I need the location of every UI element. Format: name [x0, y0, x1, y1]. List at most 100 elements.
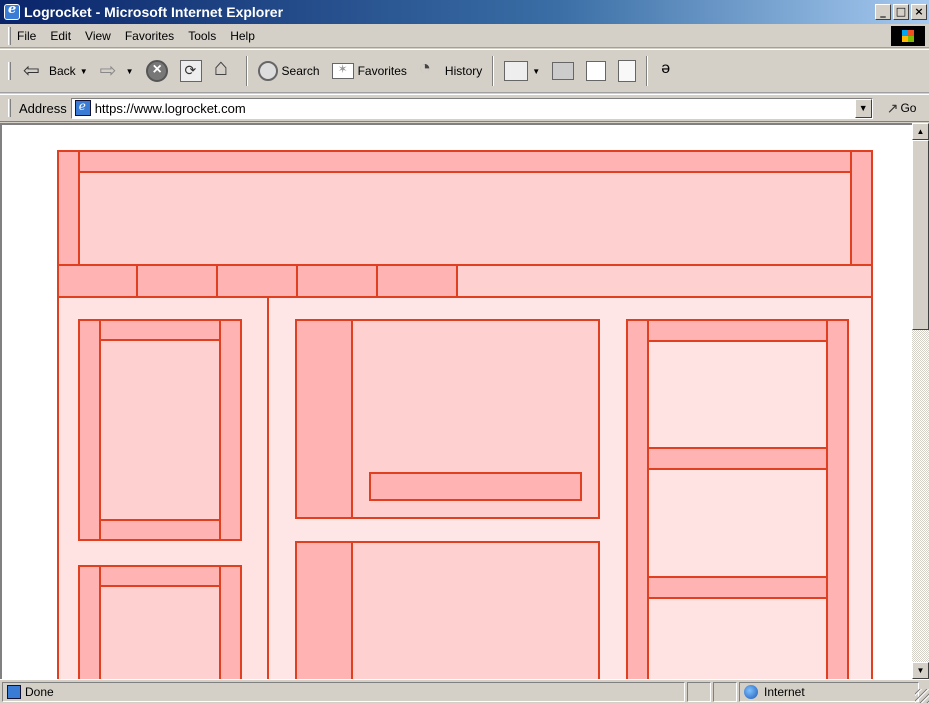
status-zone-cell: Internet — [739, 681, 919, 702]
right-panel-divider-2 — [647, 576, 828, 599]
status-bar: Done Internet — [0, 679, 929, 703]
menu-view[interactable]: View — [85, 29, 111, 43]
forward-arrow-icon — [100, 58, 122, 83]
right-panel-right — [826, 319, 849, 679]
close-button[interactable]: × — [911, 4, 927, 20]
sidebar-card-1-left — [78, 319, 101, 541]
sidebar-card-2-left — [78, 565, 101, 679]
main-card-1-image — [295, 319, 353, 519]
go-button[interactable]: ↗ Go — [887, 100, 917, 117]
toolbar-separator — [245, 56, 248, 86]
mail-button[interactable]: ▼ — [498, 56, 546, 86]
wireframe-layout — [57, 150, 873, 679]
toolbar-grip[interactable] — [8, 62, 11, 80]
header-top-strip — [57, 150, 873, 173]
favorites-icon — [331, 62, 354, 79]
menu-bar: File Edit View Favorites Tools Help — [0, 24, 929, 48]
favorites-label: Favorites — [357, 64, 407, 78]
sidebar-card-1-bottom — [78, 519, 242, 541]
ie-logo-icon — [4, 2, 20, 20]
nav-item-2[interactable] — [136, 264, 218, 298]
refresh-icon — [179, 60, 202, 82]
discuss-icon — [618, 60, 637, 82]
sidebar-card-2-top — [78, 565, 242, 587]
page-icon — [74, 99, 91, 116]
minimize-button[interactable]: _ — [875, 4, 891, 20]
address-bar: Address https://www.logrocket.com ▼ ↗ Go — [0, 94, 929, 122]
window-title: Logrocket - Microsoft Internet Explorer — [24, 4, 284, 20]
page-status-icon — [7, 684, 21, 699]
favorites-button[interactable]: Favorites — [326, 56, 413, 86]
windows-logo-icon — [891, 26, 925, 46]
zone-label: Internet — [764, 684, 805, 699]
menu-favorites[interactable]: Favorites — [125, 29, 174, 43]
stop-button[interactable] — [140, 56, 174, 86]
scroll-down-button[interactable]: ▼ — [912, 662, 929, 679]
window-controls: _ □ × — [875, 4, 927, 20]
title-bar: Logrocket - Microsoft Internet Explorer … — [0, 0, 929, 24]
menu-grip[interactable] — [8, 26, 11, 45]
status-text: Done — [25, 684, 54, 699]
status-security-cell — [713, 681, 737, 702]
nav-item-5[interactable] — [376, 264, 458, 298]
home-button[interactable] — [208, 54, 242, 86]
menu-file[interactable]: File — [17, 29, 36, 43]
go-arrow-icon: ↗ — [886, 99, 899, 116]
edit-icon — [586, 61, 607, 81]
address-grip[interactable] — [8, 99, 11, 117]
address-dropdown-button[interactable]: ▼ — [854, 98, 872, 118]
menu-edit[interactable]: Edit — [50, 29, 71, 43]
sidebar-card-2-right — [219, 565, 242, 679]
main-card-2-image — [295, 541, 353, 679]
go-label: Go — [900, 101, 917, 115]
search-label: Search — [281, 64, 320, 78]
sidebar-card-1-top — [78, 319, 242, 341]
sidebar-card-1-right — [219, 319, 242, 541]
resize-grip[interactable] — [915, 689, 929, 703]
search-icon — [257, 61, 278, 81]
page-viewport[interactable] — [0, 123, 912, 679]
header-right-column — [850, 150, 873, 266]
toolbar-separator — [492, 56, 495, 86]
messenger-button[interactable] — [652, 56, 686, 86]
nav-item-3[interactable] — [216, 264, 298, 298]
scroll-thumb[interactable] — [912, 140, 929, 330]
back-arrow-icon — [23, 58, 45, 83]
header-left-column — [57, 150, 80, 266]
scroll-up-button[interactable]: ▲ — [912, 123, 929, 140]
main-card-1-button[interactable] — [369, 472, 582, 501]
history-icon — [419, 57, 441, 82]
menu-tools[interactable]: Tools — [188, 29, 216, 43]
vertical-scrollbar[interactable]: ▲ ▼ — [912, 123, 929, 679]
forward-button[interactable]: ▼ — [94, 56, 140, 86]
back-button[interactable]: Back ▼ — [17, 56, 94, 86]
search-button[interactable]: Search — [252, 56, 326, 86]
maximize-button[interactable]: □ — [893, 4, 909, 20]
edit-button[interactable] — [580, 56, 612, 86]
toolbar-separator — [646, 56, 649, 86]
status-progress-cell — [687, 681, 711, 702]
address-input[interactable]: https://www.logrocket.com ▼ — [70, 97, 873, 119]
history-label: History — [444, 64, 483, 78]
back-label: Back — [49, 64, 76, 78]
stop-icon — [145, 60, 168, 82]
address-url[interactable]: https://www.logrocket.com — [95, 101, 246, 116]
sidebar-card-1 — [78, 319, 242, 541]
right-panel-left — [626, 319, 649, 679]
right-panel-top — [626, 319, 849, 342]
forward-dropdown-icon[interactable]: ▼ — [126, 67, 134, 76]
right-panel — [626, 319, 849, 679]
discuss-button[interactable] — [612, 56, 642, 86]
mail-dropdown-icon[interactable]: ▼ — [532, 67, 540, 76]
print-icon — [552, 62, 575, 80]
messenger-icon — [658, 60, 680, 82]
nav-item-1[interactable] — [57, 264, 138, 298]
history-button[interactable]: History — [413, 56, 488, 86]
menu-help[interactable]: Help — [230, 29, 255, 43]
home-icon — [214, 54, 236, 82]
back-dropdown-icon[interactable]: ▼ — [80, 67, 88, 76]
refresh-button[interactable] — [174, 56, 208, 86]
globe-icon — [744, 684, 758, 699]
print-button[interactable] — [546, 56, 580, 86]
nav-item-4[interactable] — [296, 264, 378, 298]
